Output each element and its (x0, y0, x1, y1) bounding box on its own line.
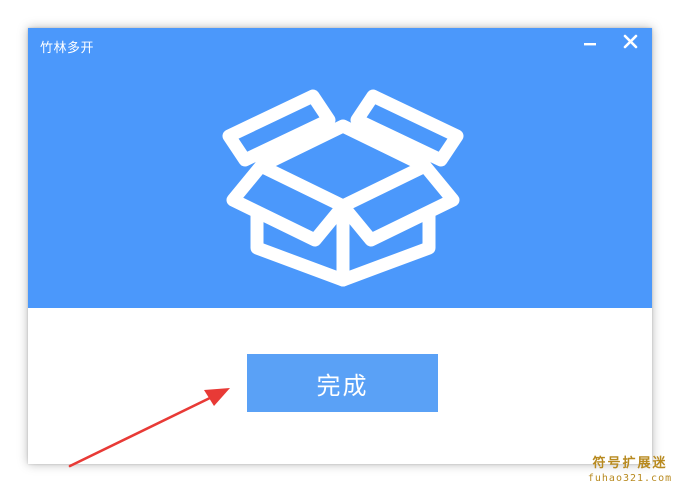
open-box-icon (222, 89, 464, 287)
close-icon (623, 34, 638, 49)
window-header: 竹林多开 (28, 28, 652, 308)
close-button[interactable] (618, 30, 644, 56)
watermark-text: 符号扩展迷 (592, 456, 668, 471)
minimize-button[interactable] (578, 30, 604, 56)
watermark-url: fuhao321.com (587, 473, 673, 484)
minimize-icon (584, 43, 596, 46)
installer-window: 竹林多开 完成 (28, 28, 652, 464)
window-title: 竹林多开 (40, 41, 95, 56)
done-button[interactable]: 完成 (247, 354, 438, 412)
watermark: 符号扩展迷 fuhao321.com (582, 456, 678, 486)
screenshot-stage: 竹林多开 完成 符号扩展迷 fuhao321.com (0, 0, 680, 493)
